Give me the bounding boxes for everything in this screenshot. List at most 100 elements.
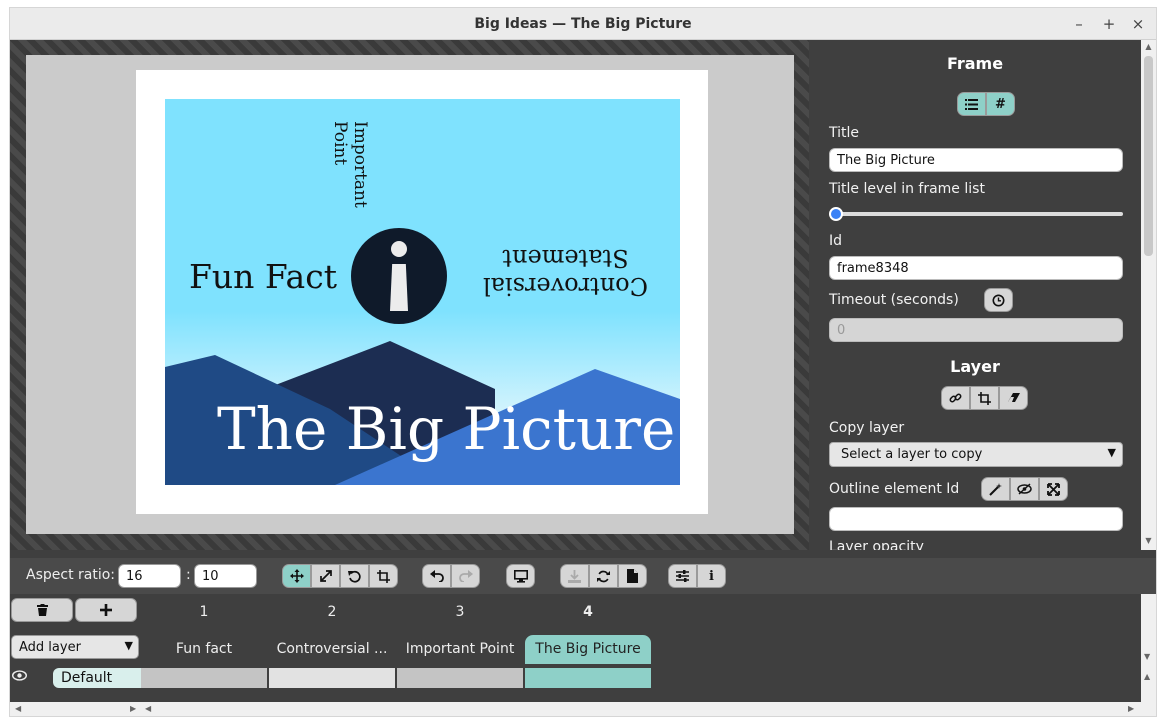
- layer-name-default[interactable]: Default: [53, 668, 141, 688]
- big-picture-title[interactable]: The Big Picture: [217, 395, 675, 463]
- settings-tools: i: [668, 564, 726, 588]
- add-layer-select[interactable]: Add layer ▼: [11, 635, 139, 659]
- hash-icon[interactable]: #: [986, 92, 1015, 116]
- download-icon[interactable]: [560, 564, 589, 588]
- layer-cell-frame-4[interactable]: [525, 668, 651, 688]
- copy-layer-select-value: Select a layer to copy: [841, 447, 983, 462]
- scroll-down-icon[interactable]: ▼: [1144, 536, 1153, 546]
- fun-fact-text[interactable]: Fun Fact: [189, 257, 337, 296]
- layer-cell-frame-1[interactable]: [141, 668, 267, 688]
- frame-number-2[interactable]: 2: [269, 604, 395, 620]
- slide-viewport: Fun Fact Controversial Statement Importa…: [26, 55, 794, 534]
- crop-icon[interactable]: [970, 386, 999, 410]
- scroll-left-icon[interactable]: ◀: [145, 704, 151, 713]
- slide-canvas[interactable]: Fun Fact Controversial Statement Importa…: [165, 99, 680, 485]
- controversial-line-1: Controversial: [483, 272, 649, 301]
- info-icon[interactable]: [351, 228, 447, 324]
- aspect-width-input[interactable]: 16: [118, 564, 181, 588]
- link-icon[interactable]: [941, 386, 970, 410]
- window-title: Big Ideas — The Big Picture: [474, 16, 692, 32]
- controversial-line-2: Statement: [502, 244, 629, 273]
- panel-scrollbar[interactable]: ▲ ▼: [1141, 40, 1156, 550]
- rotate-icon[interactable]: [340, 564, 369, 588]
- aspect-height-input[interactable]: 10: [194, 564, 257, 588]
- layer-opacity-label: Layer opacity: [829, 539, 924, 550]
- delete-frame-button[interactable]: [11, 598, 73, 622]
- frame-number-4[interactable]: 4: [525, 604, 651, 620]
- scroll-right-icon[interactable]: ▶: [1128, 704, 1134, 713]
- id-input[interactable]: frame8348: [829, 256, 1123, 280]
- eraser-icon[interactable]: [999, 386, 1028, 410]
- scroll-up-icon[interactable]: ▲: [1144, 672, 1150, 681]
- app-window: Big Ideas — The Big Picture – + × Fun Fa…: [10, 8, 1156, 716]
- panel-scrollbar-thumb[interactable]: [1144, 56, 1153, 256]
- frame-number-1[interactable]: 1: [141, 604, 267, 620]
- eye-slash-icon[interactable]: [1010, 477, 1039, 501]
- clock-icon[interactable]: [984, 288, 1013, 312]
- sliders-icon[interactable]: [668, 564, 697, 588]
- redo-icon[interactable]: [451, 564, 480, 588]
- move-icon[interactable]: [282, 564, 311, 588]
- add-layer-select-value: Add layer: [19, 640, 81, 655]
- layer-cell-frame-3[interactable]: [397, 668, 523, 688]
- slider-knob[interactable]: [829, 207, 843, 221]
- timeline-scrollbar[interactable]: ▼ ▲: [1141, 594, 1156, 702]
- crop-icon[interactable]: [369, 564, 398, 588]
- history-tools: [422, 564, 480, 588]
- close-button[interactable]: ×: [1128, 14, 1148, 34]
- expand-icon[interactable]: [1039, 477, 1068, 501]
- undo-icon[interactable]: [422, 564, 451, 588]
- info-icon[interactable]: i: [697, 564, 726, 588]
- scroll-down-icon[interactable]: ▼: [1144, 652, 1150, 661]
- eye-icon[interactable]: [11, 670, 28, 685]
- frame-view-toggle: #: [957, 92, 1015, 116]
- copy-layer-select[interactable]: Select a layer to copy ▼: [829, 442, 1123, 467]
- layer-cell-frame-2[interactable]: [269, 668, 395, 688]
- copy-layer-label: Copy layer: [829, 420, 905, 436]
- info-dot: [391, 241, 407, 257]
- info-bar: [390, 264, 408, 311]
- refresh-icon[interactable]: [589, 564, 618, 588]
- frame-title-2[interactable]: Controversial ...: [269, 635, 395, 664]
- minimize-button[interactable]: –: [1069, 14, 1089, 34]
- title-level-slider[interactable]: [829, 207, 1123, 221]
- frame-title-4[interactable]: The Big Picture: [525, 635, 651, 664]
- add-frame-button[interactable]: [75, 598, 137, 622]
- aspect-separator: :: [186, 567, 191, 583]
- important-point-text[interactable]: Important Point: [329, 121, 370, 211]
- outline-tools: [981, 477, 1068, 501]
- monitor-icon[interactable]: [506, 564, 535, 588]
- frame-title-3[interactable]: Important Point: [397, 635, 523, 664]
- outline-id-input[interactable]: [829, 507, 1123, 531]
- timeout-label: Timeout (seconds): [829, 292, 959, 308]
- file-icon[interactable]: [618, 564, 647, 588]
- frame-number-3[interactable]: 3: [397, 604, 523, 620]
- controversial-text[interactable]: Controversial Statement: [483, 244, 649, 301]
- frame-heading: Frame: [946, 54, 1004, 73]
- slide-paper: Fun Fact Controversial Statement Importa…: [136, 70, 708, 514]
- file-tools: [560, 564, 647, 588]
- outline-label: Outline element Id: [829, 481, 960, 497]
- horizontal-scrollbar[interactable]: ◀ ▶ ◀ ▶: [10, 702, 1156, 716]
- important-line-2: Point: [329, 121, 350, 166]
- timeout-button-group: [984, 288, 1013, 312]
- list-icon[interactable]: [957, 92, 986, 116]
- magic-wand-icon[interactable]: [981, 477, 1010, 501]
- transform-tools: [282, 564, 398, 588]
- title-input[interactable]: The Big Picture: [829, 148, 1123, 172]
- timeout-input[interactable]: 0: [829, 318, 1123, 342]
- frame-title-1[interactable]: Fun fact: [141, 635, 267, 664]
- layer-tools: [941, 386, 1028, 410]
- title-level-label: Title level in frame list: [829, 181, 985, 197]
- maximize-button[interactable]: +: [1099, 14, 1119, 34]
- title-label: Title: [829, 125, 860, 141]
- scroll-right-icon[interactable]: ▶: [130, 704, 136, 713]
- important-line-1: Important: [350, 121, 370, 208]
- scroll-left-icon[interactable]: ◀: [15, 704, 21, 713]
- title-bar: Big Ideas — The Big Picture – + ×: [10, 8, 1156, 40]
- properties-panel: Frame # Title The Big Picture Title leve…: [809, 40, 1141, 550]
- resize-icon[interactable]: [311, 564, 340, 588]
- chevron-down-icon: ▼: [1107, 446, 1116, 459]
- id-label: Id: [829, 233, 843, 249]
- scroll-up-icon[interactable]: ▲: [1144, 42, 1153, 52]
